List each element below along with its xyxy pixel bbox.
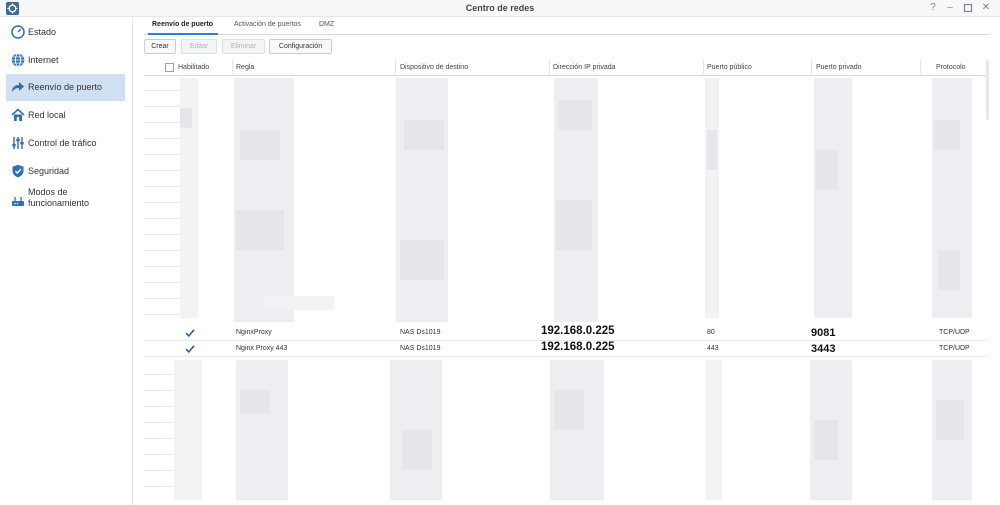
configuration-button[interactable]: Configuración [269, 39, 332, 54]
table-row[interactable]: NginxProxy NAS Ds1019 192.168.0.225 80 9… [144, 325, 987, 341]
port-forwarding-table: Habilitado Regla Dispositivo de destino … [144, 60, 987, 505]
sidebar: Estado Internet Reenvío de puerto Red lo… [0, 17, 133, 505]
column-divider [920, 60, 921, 76]
destination-device: NAS Ds1019 [400, 345, 441, 352]
sidebar-item-reenvio-de-puerto[interactable]: Reenvío de puerto [6, 74, 125, 101]
help-icon[interactable]: ? [926, 1, 940, 15]
column-divider [395, 60, 396, 76]
private-ip: 192.168.0.225 [540, 341, 616, 353]
column-divider [232, 60, 233, 76]
select-all-checkbox[interactable] [165, 63, 174, 72]
shield-icon [12, 164, 24, 178]
sidebar-item-label: Modos de funcionamiento [28, 187, 90, 208]
house-network-icon [11, 108, 25, 121]
header-public-port[interactable]: Puerto público [707, 64, 752, 71]
private-port: 9081 [810, 327, 837, 339]
sidebar-item-label: Red local [28, 110, 66, 120]
forward-arrow-icon [12, 82, 24, 92]
sidebar-item-estado[interactable]: Estado [6, 19, 125, 46]
sidebar-item-control-de-trafico[interactable]: Control de tráfico [6, 130, 125, 157]
minimize-icon[interactable]: – [943, 1, 957, 15]
destination-device: NAS Ds1019 [400, 329, 441, 336]
tab-bar: Reenvío de puerto Activación de puertos … [144, 17, 990, 35]
tab-dmz[interactable]: DMZ [319, 21, 334, 28]
vertical-scrollbar[interactable] [986, 60, 989, 120]
globe-icon [11, 53, 25, 67]
header-rule[interactable]: Regla [236, 64, 254, 71]
protocol: TCP/UDP [939, 345, 970, 352]
enabled-check-icon[interactable] [185, 328, 195, 338]
sidebar-item-modos-de-funcionamiento[interactable]: Modos de funcionamiento [6, 186, 125, 214]
sliders-icon [12, 137, 24, 149]
delete-button[interactable]: Eliminar [222, 39, 265, 54]
sidebar-item-label: Control de tráfico [28, 138, 97, 148]
header-private-port[interactable]: Puerto privado [816, 64, 862, 71]
enabled-check-icon[interactable] [185, 344, 195, 354]
table-row[interactable]: Nginx Proxy 443 NAS Ds1019 192.168.0.225… [144, 341, 987, 357]
column-divider [811, 60, 812, 76]
close-icon[interactable]: ✕ [979, 1, 993, 15]
public-port: 80 [707, 329, 715, 336]
header-private-ip[interactable]: Dirección IP privada [553, 64, 616, 71]
table-header: Habilitado Regla Dispositivo de destino … [144, 60, 987, 76]
sidebar-item-red-local[interactable]: Red local [6, 102, 125, 129]
protocol: TCP/UDP [939, 329, 970, 336]
tab-activacion-de-puertos[interactable]: Activación de puertos [234, 21, 301, 28]
rule-name: NginxProxy [236, 329, 272, 336]
dashboard-icon [11, 25, 25, 39]
edit-button[interactable]: Editar [181, 39, 217, 54]
private-port: 3443 [810, 343, 837, 355]
sidebar-item-label: Internet [28, 55, 59, 65]
rule-name: Nginx Proxy 443 [236, 345, 288, 352]
main-panel: Reenvío de puerto Activación de puertos … [134, 17, 1000, 505]
sidebar-item-internet[interactable]: Internet [6, 47, 125, 74]
sidebar-item-label: Seguridad [28, 166, 70, 176]
sidebar-item-seguridad[interactable]: Seguridad [6, 158, 125, 185]
header-device[interactable]: Dispositivo de destino [400, 64, 468, 71]
sidebar-item-label: Estado [28, 27, 57, 37]
active-tab-indicator [148, 33, 218, 35]
column-divider [549, 60, 550, 76]
title-bar: Centro de redes ? – ✕ [0, 0, 1000, 17]
header-enabled[interactable]: Habilitado [178, 64, 209, 71]
window-title: Centro de redes [465, 3, 535, 13]
sidebar-item-label: Reenvío de puerto [28, 82, 103, 92]
column-divider [703, 60, 704, 76]
private-ip: 192.168.0.225 [540, 325, 616, 337]
maximize-icon[interactable] [961, 1, 975, 15]
public-port: 443 [707, 345, 719, 352]
header-protocol[interactable]: Protocolo [936, 64, 966, 71]
tab-reenvio-de-puerto[interactable]: Reenvío de puerto [152, 21, 213, 28]
router-icon [12, 197, 24, 206]
create-button[interactable]: Crear [144, 39, 176, 54]
